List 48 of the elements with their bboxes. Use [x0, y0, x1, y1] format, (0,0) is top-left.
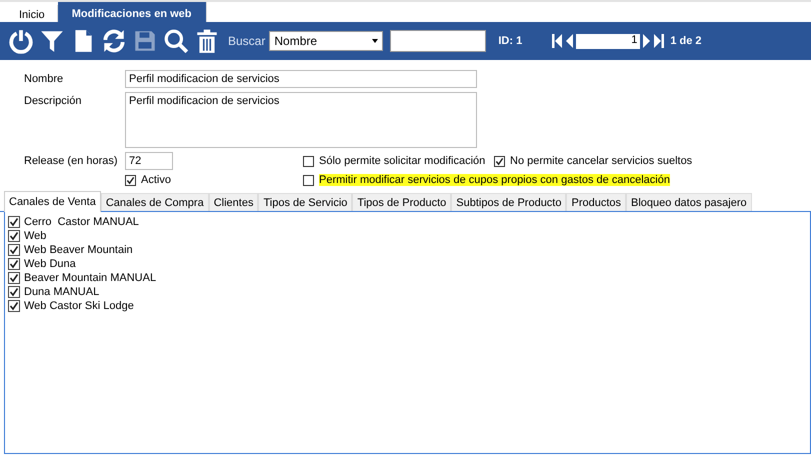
checkbox-label: Sólo permite solicitar modificación [319, 155, 486, 167]
checkbox[interactable] [8, 258, 20, 270]
checkbox[interactable] [494, 156, 505, 166]
tab[interactable]: Canales de Venta [4, 191, 101, 212]
release-field[interactable]: 72 [125, 152, 173, 170]
last-page-icon[interactable] [654, 34, 664, 48]
tab[interactable]: Subtipos de Producto [451, 193, 566, 211]
checkbox[interactable] [303, 174, 314, 186]
checkbox[interactable] [8, 272, 20, 284]
page-count: 1 de 2 [670, 35, 702, 47]
description-field[interactable]: Perfil modificacion de servicios [125, 92, 477, 148]
name-field[interactable]: Perfil modificacion de servicios [125, 70, 477, 88]
checkbox[interactable] [125, 174, 136, 186]
checkbox[interactable] [303, 156, 314, 166]
list-item: Web Duna [24, 258, 76, 270]
record-id: ID: 1 [498, 35, 524, 47]
list-item: Web Castor Ski Lodge [24, 300, 134, 312]
tab[interactable]: Canales de Compra [100, 193, 209, 211]
search-label: Buscar [228, 34, 266, 48]
checkbox[interactable] [8, 286, 20, 298]
field-label: Descripción [24, 94, 82, 109]
power-button[interactable] [7, 28, 34, 54]
search-button[interactable] [162, 28, 189, 54]
dropdown-caret-icon [372, 39, 378, 43]
tab[interactable]: Productos [566, 193, 626, 211]
search-input[interactable] [390, 30, 486, 52]
field-label: Nombre [24, 72, 64, 87]
search-field-dropdown[interactable]: Nombre [269, 31, 384, 51]
first-page-icon[interactable] [552, 34, 562, 48]
tab[interactable]: Bloqueo datos pasajero [626, 193, 752, 211]
list-item: Cerro Castor MANUAL [24, 216, 139, 228]
checkbox[interactable] [8, 230, 20, 242]
list-item: Web [24, 230, 46, 242]
checkbox[interactable] [8, 216, 20, 228]
field-label: Release (en horas) [24, 154, 119, 169]
tab[interactable]: Tipos de Producto [352, 193, 452, 211]
tab[interactable]: Clientes [208, 193, 258, 211]
checkbox-label: Permitir modificar servicios de cupos propios con gastos de cancelación [319, 174, 670, 186]
tab[interactable]: Tipos de Servicio [258, 193, 352, 211]
page-field[interactable]: 1 [576, 34, 640, 48]
checkbox-label: Activo [141, 174, 171, 186]
tab[interactable]: Modificaciones en web [58, 2, 206, 22]
checkbox[interactable] [8, 244, 20, 256]
list-item: Web Beaver Mountain [24, 244, 133, 256]
checkbox[interactable] [8, 300, 20, 312]
list-item: Duna MANUAL [24, 286, 100, 298]
list-item: Beaver Mountain MANUAL [24, 272, 156, 284]
checkbox-label: No permite cancelar servicios sueltos [510, 155, 692, 167]
